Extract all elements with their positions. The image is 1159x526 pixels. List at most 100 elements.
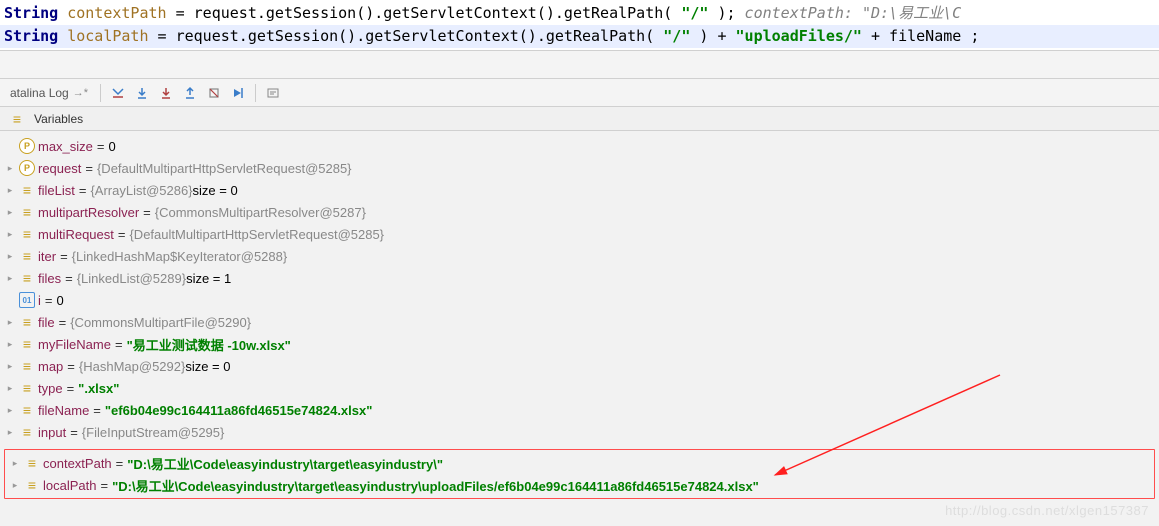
variable-name: contextPath bbox=[67, 4, 166, 22]
expand-arrow-icon[interactable]: ▸ bbox=[4, 273, 16, 284]
expand-arrow-icon[interactable]: ▸ bbox=[4, 427, 16, 438]
expand-arrow-icon[interactable]: ▸ bbox=[9, 458, 21, 469]
variable-value: "D:\易工业\Code\easyindustry\target\easyind… bbox=[127, 454, 443, 473]
variables-icon: ≡ bbox=[9, 111, 25, 127]
variable-name: max_size bbox=[38, 139, 93, 154]
object-icon: ≡ bbox=[19, 380, 35, 396]
object-icon: ≡ bbox=[19, 336, 35, 352]
variable-value: {DefaultMultipartHttpServletRequest@5285… bbox=[129, 227, 384, 242]
variable-row[interactable]: ▸≡files = {LinkedList@5289} size = 1 bbox=[0, 267, 1159, 289]
object-icon: ≡ bbox=[24, 477, 40, 493]
variable-name: input bbox=[38, 425, 66, 440]
variable-name: request bbox=[38, 161, 81, 176]
variable-row[interactable]: ▸≡type = ".xlsx" bbox=[0, 377, 1159, 399]
variable-value: {DefaultMultipartHttpServletRequest@5285… bbox=[97, 161, 352, 176]
variable-name: localPath bbox=[67, 27, 148, 45]
object-icon: ≡ bbox=[19, 358, 35, 374]
expand-arrow-icon[interactable]: ▸ bbox=[4, 207, 16, 218]
object-icon: ≡ bbox=[19, 314, 35, 330]
watermark-text: http://blog.csdn.net/xlgen157387 bbox=[945, 503, 1149, 518]
variable-value: {FileInputStream@5295} bbox=[82, 425, 225, 440]
variable-name: contextPath bbox=[43, 456, 112, 471]
pin-icon: →* bbox=[73, 87, 88, 99]
variable-name: iter bbox=[38, 249, 56, 264]
variable-name: multiRequest bbox=[38, 227, 114, 242]
variable-name: fileList bbox=[38, 183, 75, 198]
variable-name: file bbox=[38, 315, 55, 330]
variable-row[interactable]: ▸≡multipartResolver = {CommonsMultipartR… bbox=[0, 201, 1159, 223]
expand-arrow-icon[interactable]: ▸ bbox=[4, 185, 16, 196]
variable-value: {ArrayList@5286} bbox=[90, 183, 192, 198]
expand-arrow-icon[interactable]: ▸ bbox=[9, 480, 21, 491]
variable-row[interactable]: Pmax_size = 0 bbox=[0, 135, 1159, 157]
variable-row[interactable]: ▸≡localPath = "D:\易工业\Code\easyindustry\… bbox=[5, 474, 1154, 496]
code-line-2-current[interactable]: String localPath = request.getSession().… bbox=[0, 25, 1159, 48]
variable-name: localPath bbox=[43, 478, 96, 493]
expand-arrow-icon[interactable]: ▸ bbox=[4, 317, 16, 328]
variable-value: ".xlsx" bbox=[78, 381, 119, 396]
variable-value: 0 bbox=[56, 293, 63, 308]
panel-gap bbox=[0, 51, 1159, 79]
variable-row[interactable]: ▸≡multiRequest = {DefaultMultipartHttpSe… bbox=[0, 223, 1159, 245]
variable-value: {LinkedHashMap$KeyIterator@5288} bbox=[72, 249, 288, 264]
expand-arrow-icon[interactable]: ▸ bbox=[4, 361, 16, 372]
primitive-icon: P bbox=[19, 160, 35, 176]
variable-row[interactable]: ▸≡file = {CommonsMultipartFile@5290} bbox=[0, 311, 1159, 333]
variable-row[interactable]: ▸≡iter = {LinkedHashMap$KeyIterator@5288… bbox=[0, 245, 1159, 267]
int-icon: 01 bbox=[19, 292, 35, 308]
variable-row[interactable]: ▸≡contextPath = "D:\易工业\Code\easyindustr… bbox=[5, 452, 1154, 474]
variable-row[interactable]: ▸≡input = {FileInputStream@5295} bbox=[0, 421, 1159, 443]
variable-value: "D:\易工业\Code\easyindustry\target\easyind… bbox=[112, 476, 759, 495]
primitive-icon: P bbox=[19, 138, 35, 154]
object-icon: ≡ bbox=[19, 226, 35, 242]
variable-row[interactable]: ▸≡map = {HashMap@5292} size = 0 bbox=[0, 355, 1159, 377]
variable-row[interactable]: ▸≡myFileName = "易工业测试数据 -10w.xlsx" bbox=[0, 333, 1159, 355]
variable-value: {CommonsMultipartFile@5290} bbox=[70, 315, 251, 330]
expand-arrow-icon[interactable]: ▸ bbox=[4, 339, 16, 350]
variable-value: {LinkedList@5289} bbox=[77, 271, 186, 286]
force-step-into-button[interactable] bbox=[155, 82, 177, 104]
object-icon: ≡ bbox=[19, 248, 35, 264]
object-icon: ≡ bbox=[19, 402, 35, 418]
expand-arrow-icon[interactable]: ▸ bbox=[4, 251, 16, 262]
run-to-cursor-button[interactable] bbox=[227, 82, 249, 104]
expand-arrow-icon[interactable]: ▸ bbox=[4, 405, 16, 416]
variable-row[interactable]: ▸Prequest = {DefaultMultipartHttpServlet… bbox=[0, 157, 1159, 179]
variable-name: fileName bbox=[38, 403, 89, 418]
variables-panel-header[interactable]: ≡ Variables bbox=[0, 107, 1159, 131]
step-out-button[interactable] bbox=[179, 82, 201, 104]
variable-value: "易工业测试数据 -10w.xlsx" bbox=[127, 335, 291, 354]
variable-name: files bbox=[38, 271, 61, 286]
drop-frame-button[interactable] bbox=[203, 82, 225, 104]
variable-value: {CommonsMultipartResolver@5287} bbox=[155, 205, 366, 220]
variable-row[interactable]: ▸≡fileName = "ef6b04e99c164411a86fd46515… bbox=[0, 399, 1159, 421]
expand-arrow-icon[interactable]: ▸ bbox=[4, 163, 16, 174]
step-into-button[interactable] bbox=[131, 82, 153, 104]
variable-value: 0 bbox=[109, 139, 116, 154]
variable-row[interactable]: 01i = 0 bbox=[0, 289, 1159, 311]
keyword-type: String bbox=[4, 27, 58, 45]
log-tab[interactable]: atalina Log →* bbox=[4, 86, 94, 100]
variable-name: myFileName bbox=[38, 337, 111, 352]
expand-arrow-icon[interactable]: ▸ bbox=[4, 383, 16, 394]
evaluate-expression-button[interactable] bbox=[262, 82, 284, 104]
code-editor[interactable]: String contextPath = request.getSession(… bbox=[0, 0, 1159, 51]
object-icon: ≡ bbox=[19, 204, 35, 220]
highlighted-variables-box: ▸≡contextPath = "D:\易工业\Code\easyindustr… bbox=[4, 449, 1155, 499]
object-icon: ≡ bbox=[24, 455, 40, 471]
debug-toolbar: atalina Log →* bbox=[0, 79, 1159, 107]
keyword-type: String bbox=[4, 4, 58, 22]
variable-row[interactable]: ▸≡fileList = {ArrayList@5286} size = 0 bbox=[0, 179, 1159, 201]
variables-list[interactable]: Pmax_size = 0▸Prequest = {DefaultMultipa… bbox=[0, 131, 1159, 447]
variable-value: "ef6b04e99c164411a86fd46515e74824.xlsx" bbox=[105, 403, 373, 418]
expand-arrow-icon[interactable]: ▸ bbox=[4, 229, 16, 240]
object-icon: ≡ bbox=[19, 424, 35, 440]
object-icon: ≡ bbox=[19, 270, 35, 286]
variable-name: type bbox=[38, 381, 63, 396]
step-over-button[interactable] bbox=[107, 82, 129, 104]
object-icon: ≡ bbox=[19, 182, 35, 198]
variable-value: {HashMap@5292} bbox=[79, 359, 185, 374]
code-line-1[interactable]: String contextPath = request.getSession(… bbox=[0, 2, 1159, 25]
variable-name: multipartResolver bbox=[38, 205, 139, 220]
separator bbox=[100, 84, 101, 102]
